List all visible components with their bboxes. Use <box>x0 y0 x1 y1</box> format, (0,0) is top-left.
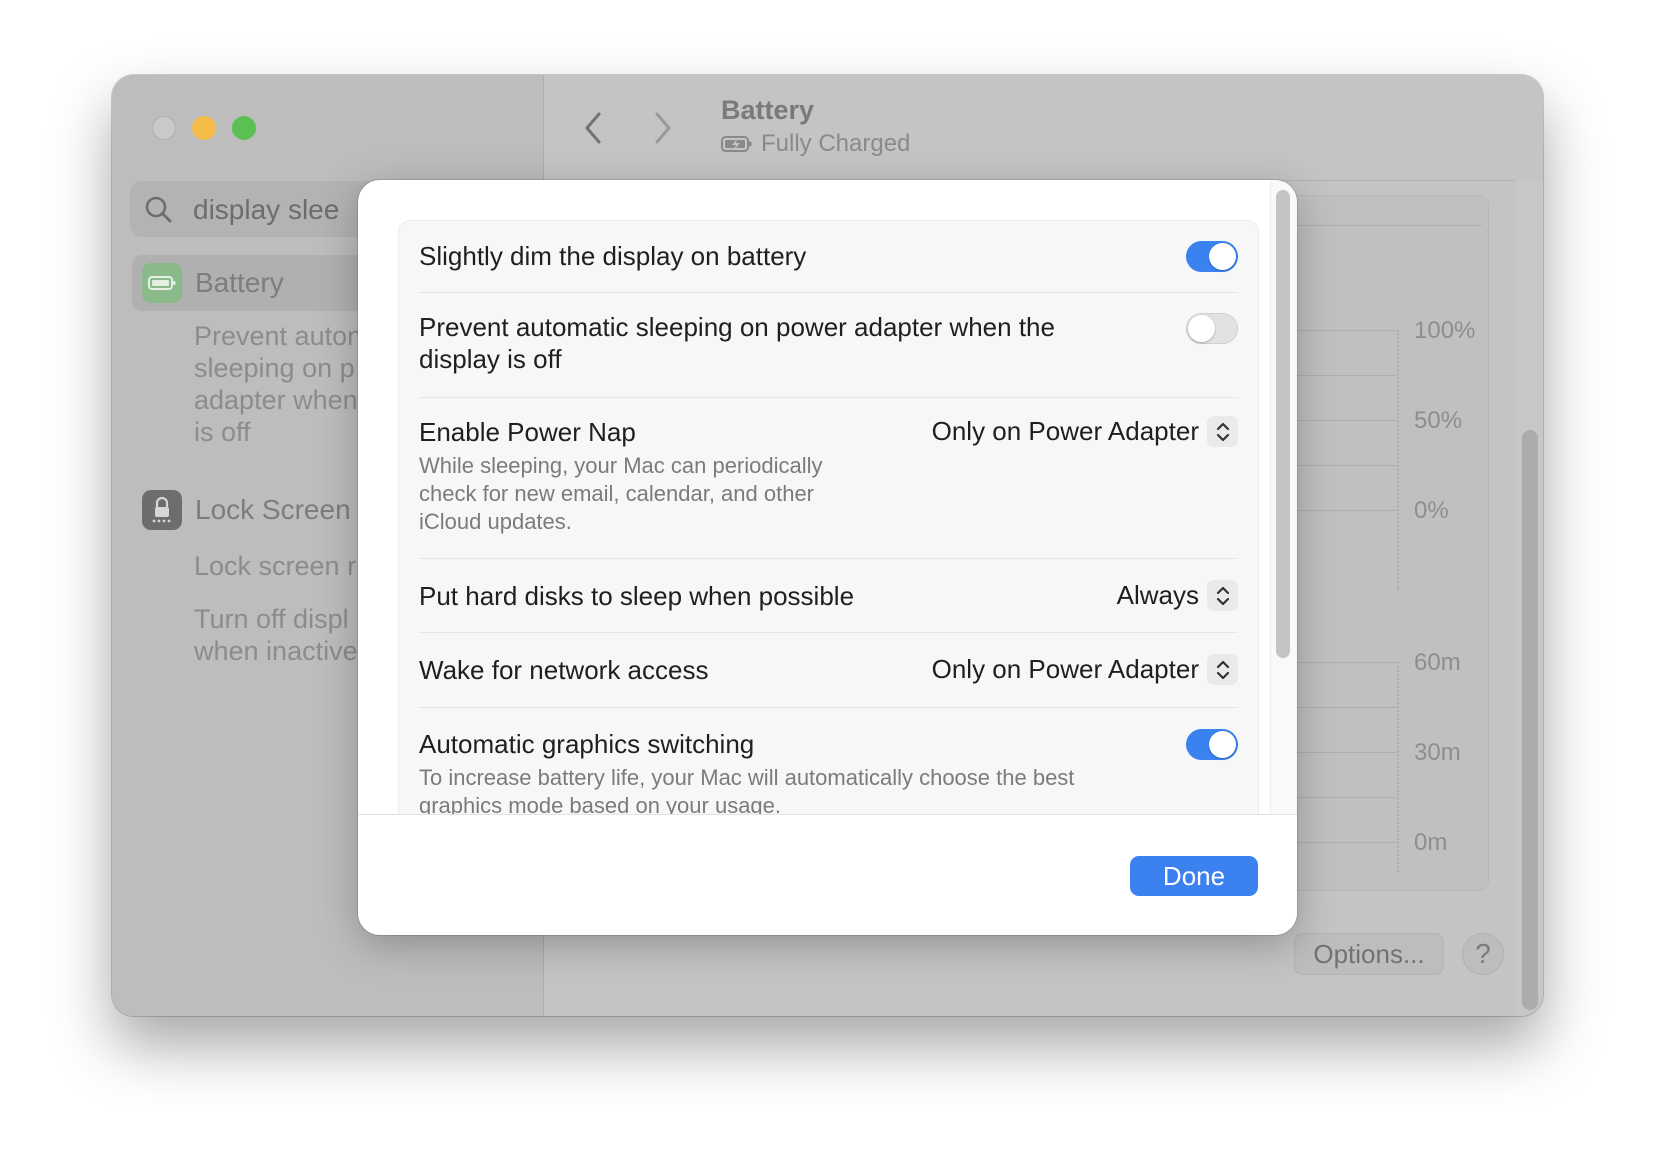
sidebar-subitem-lock-screen[interactable]: Lock screen r <box>194 550 356 582</box>
dim-display-toggle[interactable] <box>1186 241 1238 272</box>
toggle-knob <box>1209 243 1236 270</box>
battery-charging-icon <box>721 136 752 152</box>
usage-axis-label: 60m <box>1414 649 1461 676</box>
main-header: Battery Fully Charged <box>543 75 1543 181</box>
back-chevron-icon[interactable] <box>579 108 609 148</box>
up-down-chevron-icon <box>1207 416 1238 447</box>
battery-options-sheet: Slightly dim the display on battery Prev… <box>358 180 1297 935</box>
help-button[interactable]: ? <box>1462 933 1504 975</box>
toggle-knob <box>1188 315 1215 342</box>
select-value: Always <box>1116 580 1199 610</box>
setting-row-wake-network: Wake for network access Only on Power Ad… <box>419 633 1238 708</box>
select-value: Only on Power Adapter <box>931 654 1199 684</box>
sidebar-subitem-turn-off-display[interactable]: Turn off displ when inactive <box>194 603 358 667</box>
page-title: Battery <box>721 95 815 125</box>
setting-row-prevent-sleep: Prevent automatic sleeping on power adap… <box>419 293 1238 398</box>
setting-title: Automatic graphics switching <box>419 729 755 759</box>
setting-title: Slightly dim the display on battery <box>419 241 807 271</box>
search-input[interactable]: display slee <box>193 194 339 226</box>
search-icon <box>145 196 172 223</box>
sheet-scrollbar[interactable] <box>1276 190 1290 658</box>
settings-group: Slightly dim the display on battery Prev… <box>398 220 1259 814</box>
setting-title: Wake for network access <box>419 655 709 685</box>
setting-row-dim-display: Slightly dim the display on battery <box>419 221 1238 293</box>
lock-icon <box>142 490 182 530</box>
level-axis-label: 50% <box>1414 407 1463 434</box>
battery-icon <box>142 263 182 303</box>
hard-disks-select[interactable]: Always <box>1117 580 1238 611</box>
setting-description: To increase battery life, your Mac will … <box>419 765 1075 814</box>
done-button[interactable]: Done <box>1130 856 1258 896</box>
chart-divider <box>1397 330 1399 590</box>
chart-divider <box>1397 662 1399 872</box>
up-down-chevron-icon <box>1207 580 1238 611</box>
sheet-content: Slightly dim the display on battery Prev… <box>358 180 1297 814</box>
power-nap-select[interactable]: Only on Power Adapter <box>932 416 1238 447</box>
select-value: Only on Power Adapter <box>931 416 1199 446</box>
graphics-switching-toggle[interactable] <box>1186 729 1238 760</box>
usage-axis-label: 0m <box>1414 829 1448 856</box>
close-button[interactable] <box>152 116 176 140</box>
sidebar-subitem-prevent-sleeping[interactable]: Prevent auton sleeping on p adapter when… <box>194 320 362 448</box>
toggle-knob <box>1209 731 1236 758</box>
forward-chevron-icon[interactable] <box>647 108 677 148</box>
setting-title: Put hard disks to sleep when possible <box>419 581 855 611</box>
setting-row-hard-disks: Put hard disks to sleep when possible Al… <box>419 559 1238 633</box>
usage-axis-label: 30m <box>1414 739 1461 766</box>
setting-row-power-nap: Enable Power Nap While sleeping, your Ma… <box>419 398 1238 559</box>
level-axis-label: 0% <box>1414 497 1449 524</box>
prevent-sleep-toggle[interactable] <box>1186 313 1238 344</box>
sheet-footer: Done <box>358 814 1297 935</box>
sidebar-item-label: Lock Screen <box>195 494 351 525</box>
up-down-chevron-icon <box>1207 654 1238 685</box>
minimize-button[interactable] <box>192 116 216 140</box>
sidebar-item-label: Battery <box>195 267 284 298</box>
battery-status: Fully Charged <box>721 130 910 158</box>
wake-network-select[interactable]: Only on Power Adapter <box>932 654 1238 685</box>
setting-title: Prevent automatic sleeping on power adap… <box>419 312 1055 374</box>
battery-status-text: Fully Charged <box>761 130 911 157</box>
setting-row-graphics-switching: Automatic graphics switching To increase… <box>419 708 1238 814</box>
level-axis-label: 100% <box>1414 317 1476 344</box>
setting-description: While sleeping, your Mac can periodicall… <box>419 453 823 534</box>
maximize-button[interactable] <box>232 116 256 140</box>
window-scrollbar[interactable] <box>1522 430 1538 1010</box>
options-button[interactable]: Options... <box>1294 933 1444 975</box>
setting-title: Enable Power Nap <box>419 417 636 447</box>
